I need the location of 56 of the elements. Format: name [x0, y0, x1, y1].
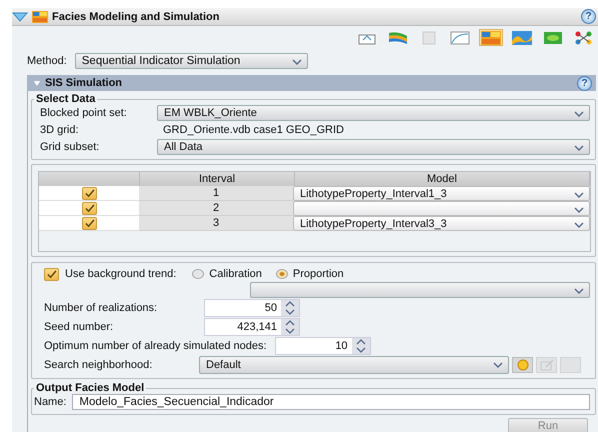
number-spinner[interactable]: 423,141	[204, 318, 300, 336]
chevron-icon	[292, 59, 302, 65]
table-cell: 3	[139, 216, 293, 231]
facies-tool-button[interactable]	[479, 29, 503, 46]
field-label: Number of realizations:	[44, 302, 158, 314]
spinner-arrows-icon[interactable]	[352, 338, 370, 354]
radio-label: Proportion	[292, 268, 344, 280]
radio-button[interactable]	[276, 269, 288, 279]
group-title: Select Data	[35, 93, 96, 105]
field-label: Blocked point set:	[40, 107, 128, 119]
field-label: Seed number:	[44, 320, 114, 332]
help-button[interactable]: ?	[581, 9, 596, 24]
checkbox-label: Use background trend:	[65, 268, 176, 280]
field-label: Search neighborhood:	[44, 359, 154, 371]
method-label: Method:	[27, 55, 67, 67]
facies-icon	[32, 10, 48, 22]
spinner-arrows-icon[interactable]	[281, 300, 299, 316]
chevron-icon	[574, 111, 584, 117]
model-dropdown[interactable]: LithotypeProperty_Interval3_3	[293, 216, 590, 231]
chevron-icon	[493, 362, 503, 368]
model-dropdown[interactable]: LithotypeProperty_Interval1_3	[293, 186, 590, 201]
name-input-field[interactable]: Modelo_Facies_Secuencial_Indicador	[72, 394, 590, 410]
model-dropdown[interactable]	[293, 201, 590, 216]
window-title: Facies Modeling and Simulation	[52, 10, 220, 22]
spinner-arrows-icon[interactable]	[281, 318, 299, 334]
group-title: Output Facies Model	[35, 382, 146, 394]
search-neighborhood-dropdown[interactable]: Default	[199, 356, 509, 374]
section-header[interactable]: SIS Simulation ?	[27, 75, 596, 91]
number-spinner[interactable]: 10	[274, 336, 371, 354]
radio-button[interactable]	[192, 269, 204, 279]
grid-value: GRD_Oriente.vdb case1 GEO_GRID	[162, 124, 345, 136]
number-spinner[interactable]: 50	[204, 298, 300, 316]
checkbox[interactable]	[44, 268, 59, 280]
collapse-icon	[33, 80, 41, 86]
section-title: SIS Simulation	[45, 77, 124, 89]
field-label: Name:	[34, 396, 66, 408]
sun-button[interactable]	[512, 357, 533, 373]
field-label: Optimum number of already simulated nodes:	[44, 340, 267, 352]
collapse-icon[interactable]	[12, 12, 28, 22]
blocked-point-set-dropdown[interactable]: EM WBLK_Oriente	[157, 105, 590, 121]
grid-subset-dropdown[interactable]: All Data	[157, 139, 590, 155]
checkbox[interactable]	[82, 216, 96, 230]
field-label: Grid subset:	[40, 141, 100, 153]
checkbox[interactable]	[82, 186, 96, 200]
table-cell: 1	[139, 186, 293, 201]
chevron-icon	[574, 145, 584, 151]
radio-label: Calibration	[209, 268, 262, 280]
field-label: 3D grid:	[40, 124, 80, 136]
trend-dropdown[interactable]	[250, 282, 590, 298]
curve-tool-button[interactable]	[448, 29, 472, 46]
chevron-icon	[574, 288, 584, 294]
table-cell: 2	[139, 201, 293, 216]
method-dropdown[interactable]: Sequential Indicator Simulation	[74, 53, 308, 69]
checkbox[interactable]	[82, 202, 96, 214]
map-tool-button[interactable]	[510, 29, 534, 46]
help-button[interactable]: ?	[577, 76, 592, 90]
